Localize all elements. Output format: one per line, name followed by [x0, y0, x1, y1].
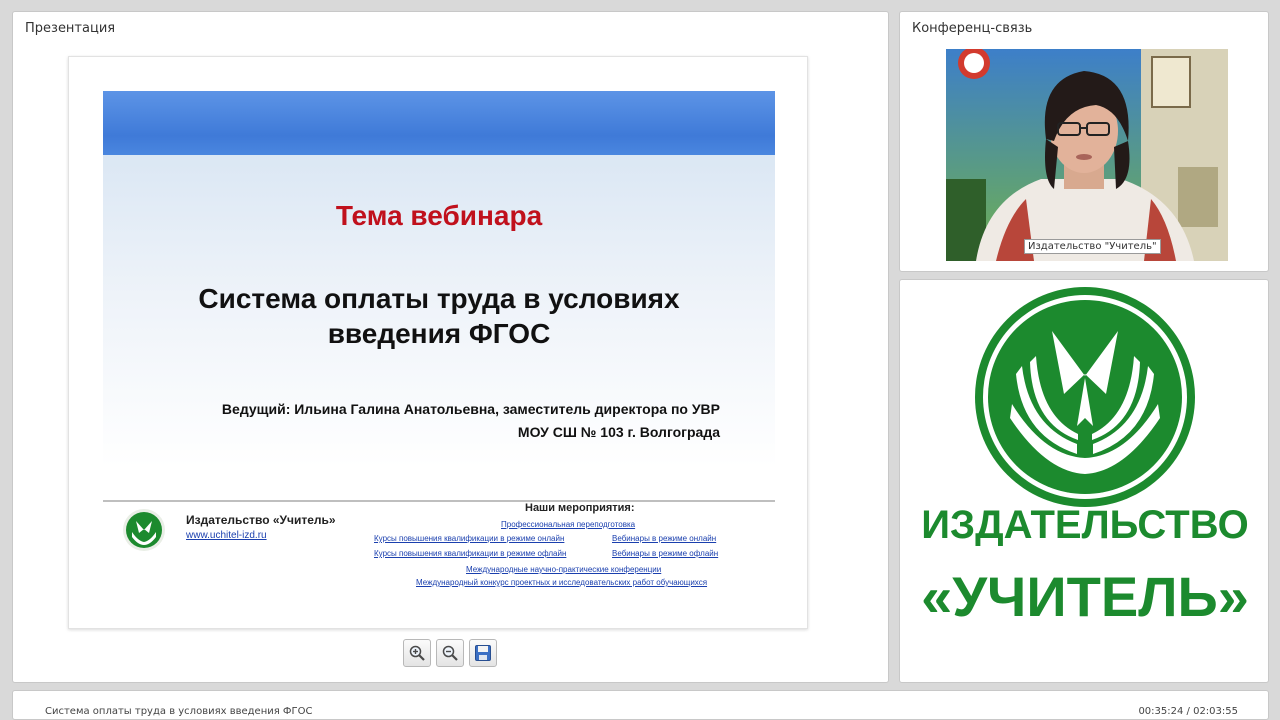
event-link[interactable]: Вебинары в режиме онлайн [612, 534, 716, 543]
slide-title-line1: Система оплаты труда в условиях [198, 283, 680, 314]
status-bar: Система оплаты труда в условиях введения… [12, 690, 1269, 720]
event-link[interactable]: Курсы повышения квалификации в режиме оф… [374, 549, 566, 558]
zoom-in-button[interactable] [403, 639, 431, 667]
slide-presenter-line2: МОУ СШ № 103 г. Волгограда [517, 424, 720, 440]
conference-panel-title: Конференц-связь [912, 21, 1033, 36]
video-caption: Издательство "Учитель" [1024, 239, 1161, 254]
presentation-panel: Презентация Тема вебинара Система оплаты… [12, 11, 889, 683]
event-link[interactable]: Вебинары в режиме офлайн [612, 549, 718, 558]
playback-time: 00:35:24 / 02:03:55 [1138, 706, 1238, 717]
presentation-panel-title: Презентация [25, 21, 116, 36]
save-icon [475, 645, 491, 661]
conference-panel: Конференц-связь Издательство "Учитель" [899, 11, 1269, 272]
webinar-title: Система оплаты труда в условиях введения… [45, 706, 313, 717]
logo-wordmark-line1: ИЗДАТЕЛЬСТВО [921, 503, 1249, 547]
slide-presenter-line1: Ведущий: Ильина Галина Анатольевна, заме… [221, 401, 720, 417]
publisher-logo-panel: ИЗДАТЕЛЬСТВО «УЧИТЕЛЬ» [899, 279, 1269, 683]
footer-publisher-name: Издательство «Учитель» [186, 513, 336, 527]
video-feed[interactable] [946, 49, 1228, 261]
presentation-slide: Тема вебинара Система оплаты труда в усл… [68, 56, 808, 629]
save-button[interactable] [469, 639, 497, 667]
slide-divider [103, 500, 775, 502]
footer-events-heading: Наши мероприятия: [525, 502, 635, 514]
logo-wordmark-line2: «УЧИТЕЛЬ» [921, 565, 1249, 628]
slide-title: Система оплаты труда в условиях введения… [103, 281, 775, 351]
publisher-logo-icon [975, 287, 1195, 507]
video-frame [946, 49, 1228, 261]
slide-topic-label: Тема вебинара [335, 200, 543, 231]
zoom-out-icon [442, 645, 458, 661]
event-link[interactable]: Курсы повышения квалификации в режиме он… [374, 534, 564, 543]
footer-publisher-url[interactable]: www.uchitel-izd.ru [186, 530, 267, 541]
event-link[interactable]: Международные научно-практические конфер… [466, 565, 661, 574]
slide-title-line2: введения ФГОС [327, 318, 551, 349]
zoom-out-button[interactable] [436, 639, 464, 667]
zoom-in-icon [409, 645, 425, 661]
publisher-logo-small [123, 509, 165, 551]
slide-presenter: Ведущий: Ильина Галина Анатольевна, заме… [222, 398, 720, 444]
event-link[interactable]: Профессиональная переподготовка [501, 520, 635, 529]
slide-header-band [103, 91, 775, 155]
event-link[interactable]: Международный конкурс проектных и исслед… [416, 578, 707, 587]
